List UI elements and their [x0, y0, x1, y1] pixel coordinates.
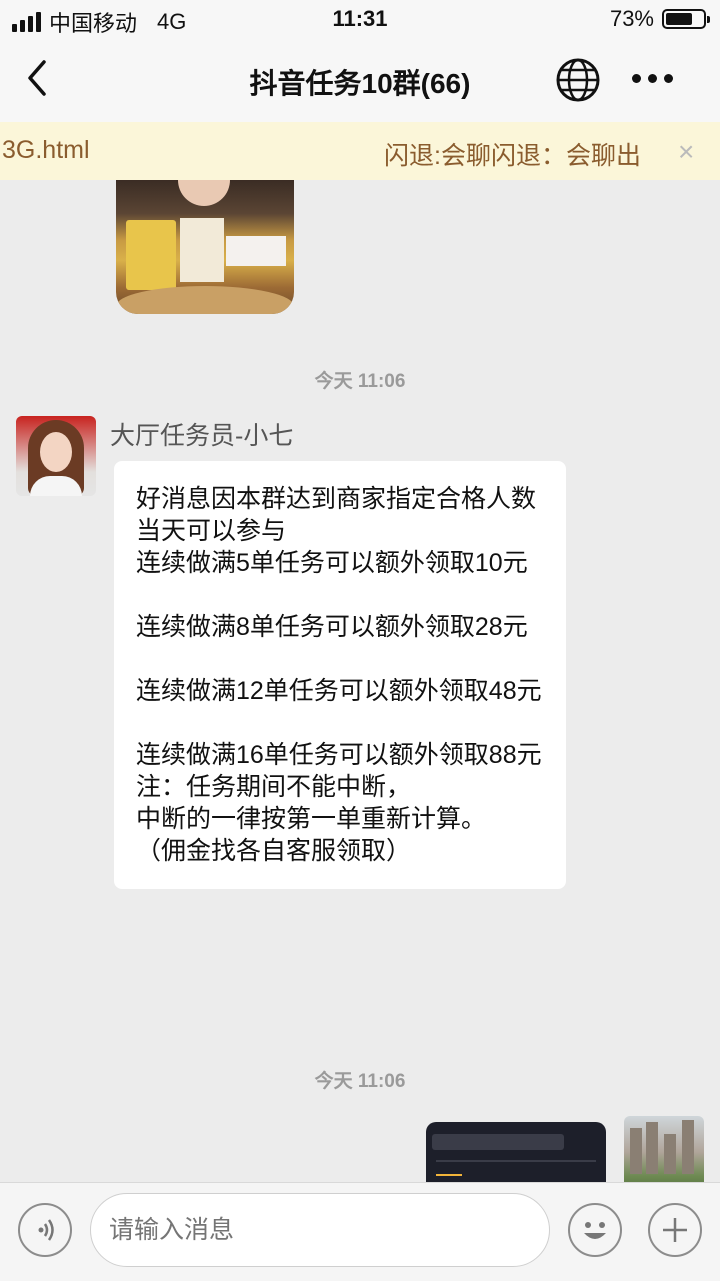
photo-building [646, 1122, 658, 1174]
avatar-face [40, 432, 72, 472]
notice-banner[interactable]: 3G.html 闪退:会聊闪退：会聊出 × [0, 122, 720, 180]
battery-fill [666, 13, 692, 25]
status-bar: 中国移动 4G 11:31 73% [0, 0, 720, 40]
chat-title: 抖音任务10群(66) [249, 68, 471, 99]
timestamp: 今天 11:06 [314, 1071, 406, 1092]
plus-icon [663, 1218, 687, 1242]
message-bubble[interactable]: 好消息因本群达到商家指定合格人数当天可以参与 连续做满5单任务可以额外领取10元… [114, 461, 566, 889]
photo-building [682, 1120, 694, 1174]
voice-button[interactable] [18, 1203, 72, 1257]
chat-area[interactable]: 今天 11:06 大厅任务员-小七 好消息因本群达到商家指定合格人数当天可以参与… [0, 180, 720, 1182]
battery-percent: 73% [609, 6, 654, 31]
image-message[interactable] [116, 180, 294, 314]
screenshot-search [432, 1134, 564, 1150]
image-package [126, 220, 176, 290]
more-button[interactable] [632, 74, 673, 83]
screenshot-tabs [436, 1160, 596, 1162]
nav-bar: 抖音任务10群(66) [0, 40, 720, 122]
photo-building [664, 1134, 676, 1174]
photo-building [630, 1128, 642, 1174]
input-bar [0, 1182, 720, 1281]
image-face [178, 180, 230, 206]
timestamp: 今天 11:06 [314, 371, 406, 392]
image-package [226, 236, 286, 266]
battery-icon [662, 9, 710, 29]
emoji-icon [584, 1222, 606, 1239]
image-bowl [116, 286, 294, 314]
notice-close-button[interactable]: × [678, 136, 694, 168]
notice-scroll-text: 闪退:会聊闪退：会聊出 [384, 142, 641, 170]
screenshot-message[interactable] [426, 1122, 606, 1182]
status-right: 73% [609, 6, 710, 32]
emoji-button[interactable] [568, 1203, 622, 1257]
more-dot [632, 74, 641, 83]
screenshot-tab-indicator [436, 1174, 462, 1176]
photo-message[interactable] [624, 1116, 704, 1182]
voice-icon [38, 1219, 54, 1241]
more-dot [664, 74, 673, 83]
globe-icon [556, 58, 600, 102]
plus-button[interactable] [648, 1203, 702, 1257]
sender-name: 大厅任务员-小七 [110, 422, 294, 450]
notice-link-text[interactable]: 3G.html [2, 136, 90, 165]
message-input[interactable] [90, 1193, 550, 1267]
image-package [180, 218, 224, 282]
avatar[interactable] [16, 416, 96, 496]
globe-button[interactable] [554, 56, 602, 104]
more-dot [648, 74, 657, 83]
